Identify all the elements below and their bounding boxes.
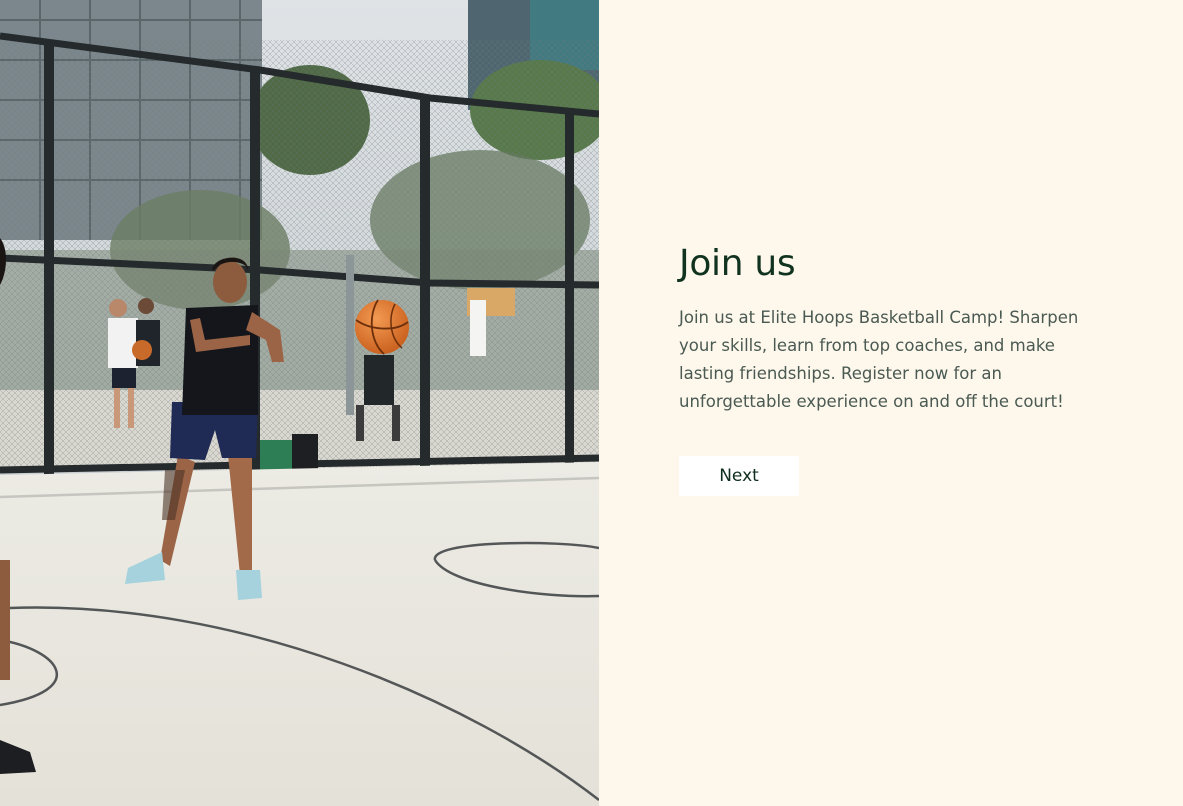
- next-button[interactable]: Next: [679, 456, 799, 496]
- page-title: Join us: [679, 243, 796, 284]
- content-panel: Join us Join us at Elite Hoops Basketbal…: [599, 0, 1183, 806]
- description-text: Join us at Elite Hoops Basketball Camp! …: [679, 308, 1079, 411]
- basketball: [355, 299, 409, 355]
- hero-photo: [0, 0, 599, 806]
- onboarding-page: Join us Join us at Elite Hoops Basketbal…: [0, 0, 1183, 806]
- content-block: Join us Join us at Elite Hoops Basketbal…: [679, 240, 1119, 496]
- hero-photo-illustration: [0, 0, 599, 806]
